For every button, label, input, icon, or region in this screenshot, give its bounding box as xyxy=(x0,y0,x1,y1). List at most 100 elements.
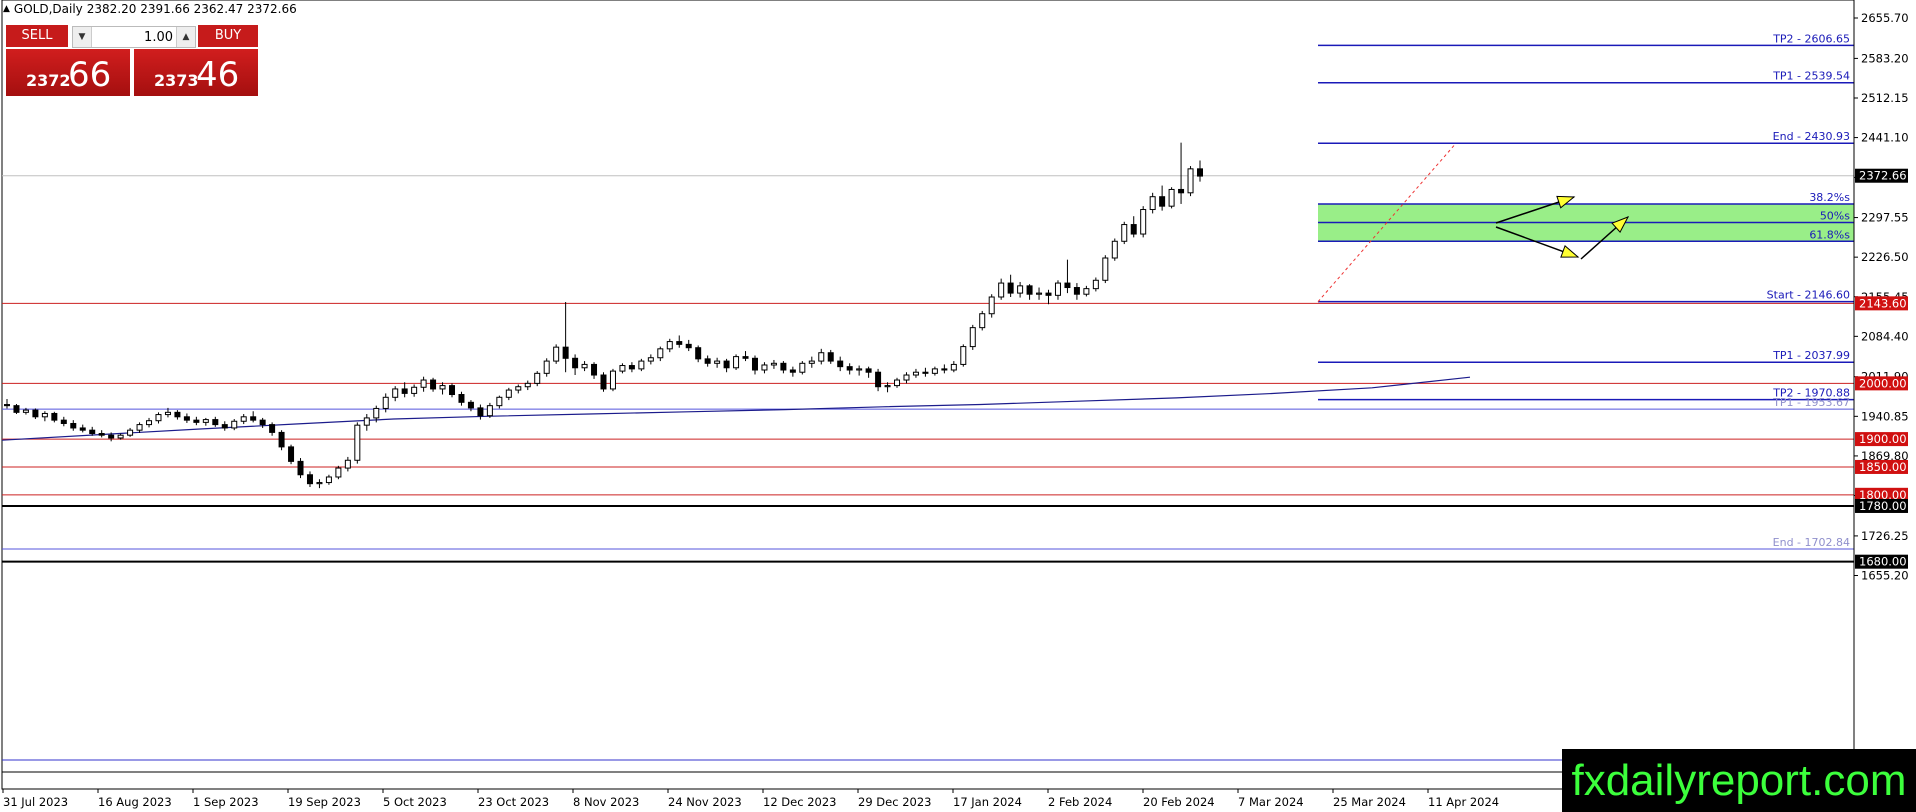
candle-body xyxy=(297,460,304,476)
candle-body xyxy=(392,388,399,398)
candle-body xyxy=(695,347,702,360)
candle-body xyxy=(22,409,29,413)
candle-body xyxy=(515,386,522,391)
level-price-tag: 1850.00 xyxy=(1859,460,1907,474)
lot-size-input[interactable] xyxy=(95,27,173,47)
buy-price-button[interactable]: 2373 46 xyxy=(134,49,258,96)
candle-body xyxy=(363,417,370,426)
lot-decrease-icon[interactable]: ▼ xyxy=(73,27,92,47)
candle-body xyxy=(202,419,209,423)
candle-body xyxy=(619,365,626,372)
candle-body xyxy=(903,374,910,381)
candle-body xyxy=(704,358,711,364)
date-label: 23 Oct 2023 xyxy=(478,795,549,809)
date-label: 17 Jan 2024 xyxy=(953,795,1022,809)
candle-body xyxy=(553,346,560,362)
candle xyxy=(960,344,967,367)
date-label: 12 Dec 2023 xyxy=(763,795,836,809)
sell-price-button[interactable]: 2372 66 xyxy=(6,49,130,96)
price-tick-label: 2297.55 xyxy=(1861,211,1909,225)
candle-body xyxy=(411,386,418,394)
candle-body xyxy=(193,419,200,423)
candle-body xyxy=(960,346,967,365)
candle-body xyxy=(60,419,67,424)
candle-body xyxy=(1149,196,1156,211)
date-label: 24 Nov 2023 xyxy=(668,795,742,809)
candle-body xyxy=(306,474,313,485)
level-price-tag: 2000.00 xyxy=(1859,376,1907,390)
candle-body xyxy=(676,341,683,345)
candle xyxy=(1102,255,1109,284)
buy-button[interactable]: BUY xyxy=(198,25,258,47)
candle-body xyxy=(117,434,124,439)
candle-body xyxy=(884,385,891,388)
candle-body xyxy=(572,357,579,369)
candle xyxy=(609,368,616,392)
candle-body xyxy=(666,341,673,350)
lot-increase-icon[interactable]: ▲ xyxy=(176,27,195,47)
candle-body xyxy=(1197,168,1203,177)
candle-body xyxy=(449,385,456,396)
symbol-label: GOLD,Daily xyxy=(13,2,83,16)
one-click-trading-panel: SELL ▼ ▲ BUY 2372 66 2373 46 xyxy=(6,25,258,97)
candle-body xyxy=(430,379,437,390)
level-price-tag: 1900.00 xyxy=(1859,432,1907,446)
buy-price-major: 2373 xyxy=(154,71,199,90)
candle-body xyxy=(685,343,692,349)
candle-body xyxy=(998,282,1005,298)
candle-body xyxy=(723,360,730,369)
fib-target-label: End - 2430.93 xyxy=(1773,130,1850,143)
sell-button[interactable]: SELL xyxy=(6,25,68,47)
candle-body xyxy=(562,346,569,359)
fib-zone-label: 50%s xyxy=(1820,209,1850,222)
candle xyxy=(553,344,560,364)
date-label: 2 Feb 2024 xyxy=(1048,795,1112,809)
candle-body xyxy=(1026,285,1033,295)
sell-price-major: 2372 xyxy=(26,71,71,90)
date-label: 5 Oct 2023 xyxy=(383,795,447,809)
candle-body xyxy=(751,357,758,371)
collapse-triangle-icon[interactable]: ▲ xyxy=(3,4,10,14)
candle-body xyxy=(808,360,815,364)
candle-body xyxy=(894,379,901,387)
candle-body xyxy=(761,364,768,371)
candle-body xyxy=(108,434,115,439)
candle-body xyxy=(524,382,531,388)
candle-body xyxy=(89,429,96,435)
ohlc-readout: 2382.20 2391.66 2362.47 2372.66 xyxy=(86,2,297,16)
price-tick-label: 2583.20 xyxy=(1861,51,1909,65)
candle-body xyxy=(1007,282,1014,294)
price-chart[interactable]: 38.2%s 50%s 61.8%s TP2 - 2606.65 TP1 - 2539.… xyxy=(0,0,1916,812)
buy-price-minor: 46 xyxy=(196,55,240,95)
candle-body xyxy=(174,411,181,418)
candle-body xyxy=(155,414,162,422)
candle-body xyxy=(32,409,39,418)
candle xyxy=(979,310,986,331)
candle-body xyxy=(1073,287,1080,295)
candle-body xyxy=(799,362,806,373)
candle-body xyxy=(51,412,58,421)
candle-body xyxy=(250,416,257,421)
candle xyxy=(297,458,304,479)
candle-body xyxy=(420,379,427,388)
candle-body xyxy=(1064,282,1071,289)
candle-body xyxy=(212,419,219,426)
candle-body xyxy=(221,424,228,429)
candle-body xyxy=(865,368,872,373)
candle-body xyxy=(136,424,143,431)
candle xyxy=(1111,238,1118,261)
candle-body xyxy=(79,427,86,431)
candle-body xyxy=(780,362,787,371)
candle-body xyxy=(4,404,10,407)
candle-body xyxy=(912,371,919,376)
candle-body xyxy=(770,362,777,366)
candle-body xyxy=(742,356,749,359)
lot-size-stepper: ▼ ▲ xyxy=(72,26,196,48)
candle-body xyxy=(146,420,153,426)
candle xyxy=(1140,206,1147,238)
candle xyxy=(13,403,20,415)
candle-body xyxy=(41,412,48,418)
date-label: 19 Sep 2023 xyxy=(288,795,361,809)
candle-body xyxy=(1178,188,1185,194)
candle xyxy=(288,444,295,465)
